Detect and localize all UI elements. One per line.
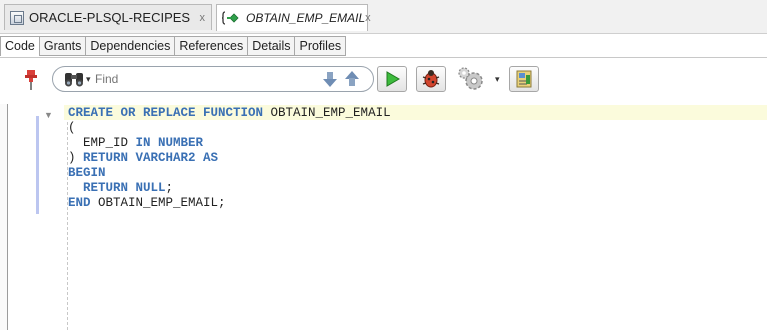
tab-references[interactable]: References: [175, 36, 249, 56]
close-icon[interactable]: x: [200, 12, 206, 24]
tab-title: ORACLE-PLSQL-RECIPES: [29, 10, 191, 25]
code-line[interactable]: RETURN NULL;: [68, 181, 391, 196]
tab-dependencies[interactable]: Dependencies: [86, 36, 176, 56]
function-icon: [221, 10, 241, 26]
tab-grants[interactable]: Grants: [39, 36, 87, 56]
document-tab-strip: ORACLE-PLSQL-RECIPES x OBTAIN_EMP_EMAIL …: [0, 0, 767, 34]
code-keyword: END: [68, 196, 99, 210]
code-text-token: OBTAIN_EMP_EMAIL: [270, 106, 391, 120]
pin-icon[interactable]: [24, 69, 38, 91]
chevron-down-icon[interactable]: ▾: [495, 74, 500, 85]
code-text-token: EMP_ID: [68, 136, 136, 150]
code-text-token: ;: [165, 181, 174, 195]
tab-code[interactable]: Code: [0, 36, 40, 56]
binoculars-icon[interactable]: [63, 71, 85, 87]
code-keyword: RETURN VARCHAR2 AS: [83, 151, 219, 165]
code-line[interactable]: END OBTAIN_EMP_EMAIL;: [68, 196, 391, 211]
code-line[interactable]: (: [68, 121, 391, 136]
tab-details[interactable]: Details: [248, 36, 296, 56]
code-line[interactable]: BEGIN: [68, 166, 391, 181]
compile-button[interactable]: [509, 66, 539, 92]
find-field: ▾: [52, 66, 374, 92]
code-line[interactable]: ) RETURN VARCHAR2 AS: [68, 151, 391, 166]
code-keyword: CREATE OR REPLACE FUNCTION: [68, 106, 271, 120]
modified-lines-marker: [36, 116, 39, 214]
editor-sub-tabs: Code Grants Dependencies References Deta…: [0, 36, 347, 56]
code-editor[interactable]: ▼ CREATE OR REPLACE FUNCTION OBTAIN_EMP_…: [0, 104, 767, 330]
gear-icon[interactable]: [455, 64, 489, 94]
code-text-token: ): [68, 151, 84, 165]
run-button[interactable]: [377, 66, 407, 92]
tab-oracle-plsql-recipes[interactable]: ORACLE-PLSQL-RECIPES x: [4, 4, 212, 30]
debug-button[interactable]: [416, 66, 446, 92]
tab-title: OBTAIN_EMP_EMAIL: [246, 11, 366, 25]
code-keyword: RETURN NULL: [68, 181, 166, 195]
code-text-token: OBTAIN_EMP_EMAIL;: [98, 196, 226, 210]
tab-profiles[interactable]: Profiles: [295, 36, 347, 56]
code-text-token: (: [68, 121, 76, 135]
find-next-icon[interactable]: [321, 70, 339, 88]
find-input[interactable]: [95, 71, 275, 87]
code-text[interactable]: CREATE OR REPLACE FUNCTION OBTAIN_EMP_EM…: [68, 106, 391, 211]
code-keyword: BEGIN: [68, 166, 106, 180]
code-line[interactable]: EMP_ID IN NUMBER: [68, 136, 391, 151]
database-icon: [10, 10, 24, 25]
find-previous-icon[interactable]: [343, 70, 361, 88]
close-icon[interactable]: x: [365, 12, 371, 24]
compile-icon: [516, 70, 532, 88]
fold-icon[interactable]: ▼: [44, 110, 53, 120]
chevron-down-icon[interactable]: ▾: [86, 74, 91, 85]
debug-icon: [422, 70, 440, 88]
editor-toolbar: ▾ Find ▾: [0, 57, 767, 104]
run-icon: [386, 71, 400, 87]
editor-left-border: [0, 104, 8, 330]
tab-obtain-emp-email[interactable]: OBTAIN_EMP_EMAIL x: [216, 4, 371, 31]
code-keyword: IN NUMBER: [135, 136, 204, 150]
code-line[interactable]: CREATE OR REPLACE FUNCTION OBTAIN_EMP_EM…: [68, 106, 391, 121]
